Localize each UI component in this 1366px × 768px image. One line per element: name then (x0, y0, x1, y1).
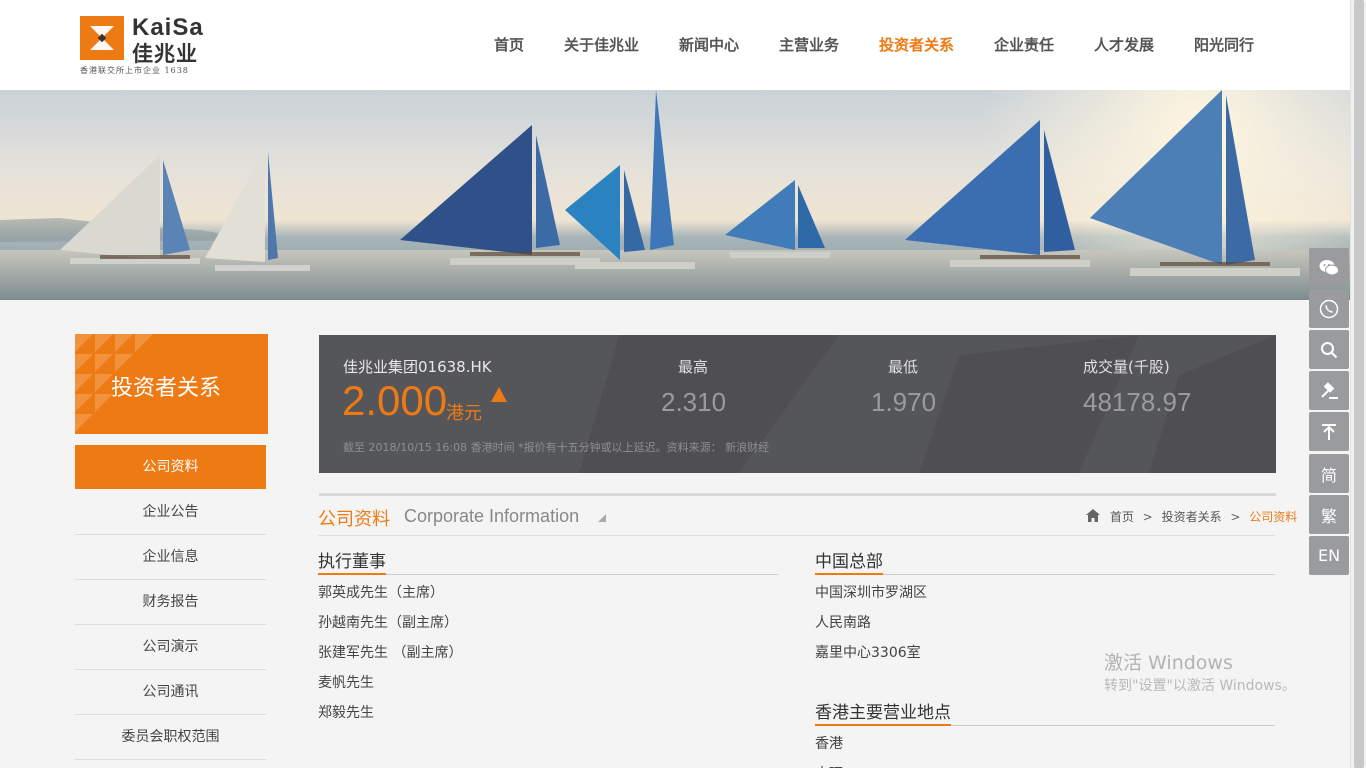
lang-english-button[interactable]: EN (1309, 536, 1349, 575)
section-divider (318, 535, 1275, 536)
site-header: KaiSa 佳兆业 香港联交所上市企业 1638 首页 关于佳兆业 新闻中心 主… (0, 0, 1350, 90)
sidebar-item-presentations[interactable]: 公司演示 (75, 625, 266, 670)
page-scrollbar[interactable] (1350, 0, 1366, 768)
sailboat-scene-image (0, 90, 1350, 300)
hk-heading: 香港主要营业地点 (815, 698, 951, 726)
list-item: 中国深圳市罗湖区 (815, 585, 927, 601)
sidebar-item-committee-terms[interactable]: 委员会职权范围 (75, 715, 266, 760)
nav-item-news[interactable]: 新闻中心 (679, 34, 739, 55)
phone-icon[interactable] (1309, 289, 1349, 328)
breadcrumb-current: 公司资料 (1249, 510, 1298, 524)
page-title-en: Corporate Information (404, 506, 580, 526)
sidebar-item-company-info[interactable]: 企业信息 (75, 535, 266, 580)
page-title: 公司资料 (318, 509, 390, 530)
list-item: 人民南路 (815, 615, 871, 631)
breadcrumb-separator: > (1230, 509, 1241, 524)
wechat-icon[interactable] (1309, 248, 1349, 287)
search-icon[interactable] (1309, 330, 1349, 369)
list-item: 郑毅先生 (318, 705, 374, 721)
stock-volume-label: 成交量(千股) (1083, 358, 1170, 376)
list-item: 香港 (815, 736, 843, 752)
floating-toolbar: 简 繁 EN (1309, 248, 1349, 577)
stock-high-value: 2.310 (661, 387, 727, 417)
breadcrumb-separator: > (1142, 509, 1153, 524)
windows-activation-title: 激活 Windows (1104, 652, 1233, 674)
auction-gavel-icon[interactable] (1309, 371, 1349, 410)
nav-item-investor-relations[interactable]: 投资者关系 (879, 34, 954, 55)
stock-currency: 港元 (446, 403, 482, 424)
lang-traditional-button[interactable]: 繁 (1309, 495, 1349, 534)
sidebar-menu: 公司资料 企业公告 企业信息 财务报告 公司演示 公司通讯 委员会职权范围 (75, 445, 266, 760)
directors-block: 执行董事 郭英成先生（主席） 孙越南先生（副主席） 张建军先生 （副主席） 麦帆… (318, 547, 778, 728)
lang-simplified-button[interactable]: 简 (1309, 454, 1349, 493)
sidebar-item-corporate-info[interactable]: 公司资料 (75, 445, 266, 489)
back-to-top-icon[interactable] (1309, 412, 1349, 451)
hq-heading: 中国总部 (815, 547, 883, 575)
breadcrumb-parent[interactable]: 投资者关系 (1162, 508, 1222, 525)
nav-item-home[interactable]: 首页 (494, 34, 524, 55)
breadcrumb-home[interactable]: 首页 (1110, 508, 1134, 525)
breadcrumb: 首页 > 投资者关系 > 公司资料 (1086, 508, 1297, 524)
stock-price: 2.000 (342, 377, 448, 424)
logo-tagline: 香港联交所上市企业 1638 (80, 66, 189, 75)
nav-item-talent[interactable]: 人才发展 (1094, 34, 1154, 55)
windows-activation-hint: 转到"设置"以激活 Windows。 (1104, 678, 1296, 694)
list-item: 麦帆先生 (318, 675, 374, 691)
sidebar-item-announcements[interactable]: 企业公告 (75, 490, 266, 535)
nav-item-sunshine[interactable]: 阳光同行 (1194, 34, 1254, 55)
scrollbar-thumb[interactable] (1354, 0, 1364, 768)
main-nav: 首页 关于佳兆业 新闻中心 主营业务 投资者关系 企业责任 人才发展 阳光同行 (0, 34, 1350, 56)
stock-low-value: 1.970 (871, 387, 937, 417)
sidebar-header: 投资者关系 (75, 334, 268, 434)
sidebar-item-communications[interactable]: 公司通讯 (75, 670, 266, 715)
list-item: 张建军先生 （副主席） (318, 645, 463, 661)
directors-heading: 执行董事 (318, 547, 386, 575)
home-icon[interactable] (1086, 508, 1100, 525)
stock-quote-panel: 佳兆业集团01638.HK 2.000 港元 最高 2.310 最低 1.970… (319, 335, 1276, 473)
stock-low-label: 最低 (888, 358, 919, 376)
list-item: 中环 (815, 759, 1275, 768)
sidebar-title: 投资者关系 (111, 376, 222, 401)
section-top-rule (319, 493, 1276, 496)
page: KaiSa 佳兆业 香港联交所上市企业 1638 首页 关于佳兆业 新闻中心 主… (0, 0, 1366, 768)
stock-volume-value: 48178.97 (1083, 387, 1192, 417)
hk-office-block: 香港主要营业地点 香港 中环 (815, 698, 1275, 768)
price-up-arrow-icon (491, 387, 507, 402)
nav-item-responsibility[interactable]: 企业责任 (994, 34, 1054, 55)
sidebar-item-financial-reports[interactable]: 财务报告 (75, 580, 266, 625)
list-item: 郭英成先生（主席） (318, 585, 444, 601)
stock-high-label: 最高 (678, 358, 709, 376)
nav-item-business[interactable]: 主营业务 (779, 34, 839, 55)
hero-banner-sailboats (0, 90, 1350, 300)
nav-item-about[interactable]: 关于佳兆业 (564, 34, 639, 55)
stock-name: 佳兆业集团01638.HK (343, 358, 492, 376)
list-item: 孙越南先生（副主席） (318, 615, 458, 631)
corner-triangle-icon (598, 514, 606, 522)
stock-source-note: 截至 2018/10/15 16:08 香港时间 *报价有十五分钟或以上延迟。资… (343, 441, 770, 454)
